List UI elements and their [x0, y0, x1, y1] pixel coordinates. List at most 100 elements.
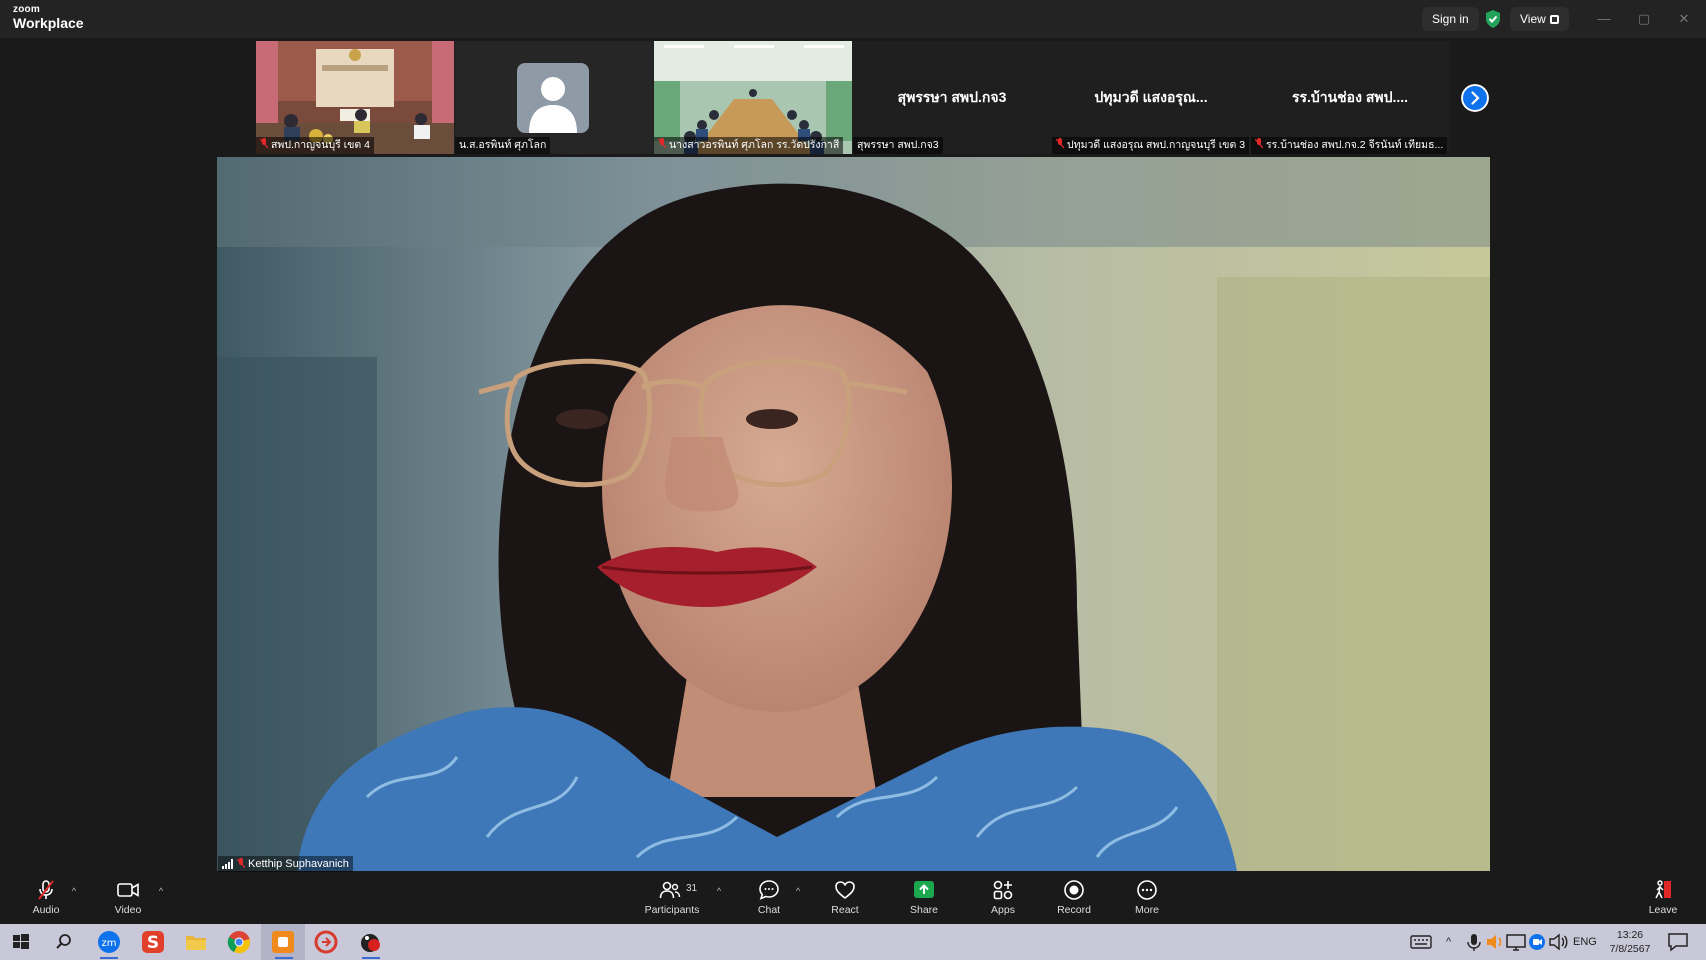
leave-label: Leave	[1648, 904, 1678, 916]
more-options-icon	[1137, 880, 1157, 900]
record-icon	[1064, 880, 1084, 900]
windows-start-icon[interactable]	[8, 929, 34, 955]
participant-tile[interactable]: สพป.กาญจนบุรี เขต 4	[256, 41, 454, 154]
share-label: Share	[909, 904, 939, 916]
signal-strength-icon[interactable]	[222, 859, 234, 869]
sign-in-button[interactable]: Sign in	[1422, 7, 1479, 31]
wps-office-icon[interactable]: S	[140, 929, 166, 955]
muted-mic-icon	[1056, 138, 1064, 149]
participant-name: น.ส.อรพินท์ ศุภโลก	[459, 139, 547, 151]
svg-text:zm: zm	[102, 938, 117, 949]
zoom-workplace-logo: zoom Workplace	[13, 4, 84, 31]
apps-button[interactable]: Apps	[971, 878, 1035, 922]
next-page-chevron-icon[interactable]	[1461, 84, 1489, 112]
share-button[interactable]: Share	[892, 878, 956, 922]
participant-name-label: ปทุมวดี แสงอรุณ สพป.กาญจนบุรี เขต 3	[1052, 137, 1250, 154]
participants-count: 31	[686, 883, 698, 894]
react-button[interactable]: React	[813, 878, 877, 922]
react-label: React	[831, 904, 859, 916]
view-label: View	[1520, 12, 1546, 26]
participant-name: นางสาวอรพินท์ ศุภโลก รร.วัดปรังกาสี	[669, 139, 840, 151]
participants-icon	[659, 881, 681, 899]
search-icon[interactable]	[51, 929, 77, 955]
logo-zoom: zoom	[13, 4, 40, 15]
participant-name-label: รร.บ้านช่อง สพป.กจ.2 จีรนันท์ เทียมธ...	[1251, 137, 1448, 154]
active-speaker-video[interactable]	[217, 157, 1490, 871]
orange-app-icon[interactable]	[270, 929, 296, 955]
participants-options-chevron-icon[interactable]: ^	[714, 886, 724, 896]
audio-button[interactable]: Audio	[14, 878, 78, 922]
heart-icon	[835, 881, 855, 900]
default-avatar-icon	[517, 63, 589, 133]
muted-mic-icon	[237, 858, 245, 869]
chrome-icon[interactable]	[226, 929, 252, 955]
ladybug-running-indicator	[362, 957, 380, 959]
participants-label: Participants	[644, 904, 700, 916]
audio-options-chevron-icon[interactable]: ^	[69, 886, 79, 896]
active-speaker-name: Ketthip Suphavanich	[248, 858, 349, 870]
zoom-app-icon[interactable]: zm	[96, 929, 122, 955]
participant-name-label: น.ส.อรพินท์ ศุภโลก	[455, 137, 551, 154]
participant-name: ปทุมวดี แสงอรุณ สพป.กาญจนบุรี เขต 3	[1067, 139, 1246, 151]
apps-icon	[993, 880, 1013, 900]
participant-thumbnail-strip: สพป.กาญจนบุรี เขต 4 น.ส.อรพินท์ ศุภโลก น…	[256, 41, 1450, 154]
tray-overflow-chevron-icon[interactable]: ^	[1446, 924, 1451, 960]
grid-icon	[1549, 15, 1559, 24]
participant-name-label: สพป.กาญจนบุรี เขต 4	[256, 137, 375, 154]
security-shield-icon[interactable]	[1484, 9, 1502, 29]
share-screen-icon	[914, 881, 934, 898]
chat-options-chevron-icon[interactable]: ^	[793, 886, 803, 896]
active-speaker-name-label: Ketthip Suphavanich	[218, 856, 353, 872]
participant-tile[interactable]: น.ส.อรพินท์ ศุภโลก	[455, 41, 653, 154]
more-button[interactable]: More	[1115, 878, 1179, 922]
participant-tile[interactable]: สุพรรษา สพป.กจ3 สุพรรษา สพป.กจ3	[853, 41, 1051, 154]
chat-label: Chat	[757, 904, 781, 916]
logo-workplace: Workplace	[13, 15, 84, 31]
red-circle-app-icon[interactable]	[313, 929, 339, 955]
participant-tile[interactable]: รร.บ้านช่อง สพป.... รร.บ้านช่อง สพป.กจ.2…	[1251, 41, 1449, 154]
record-button[interactable]: Record	[1042, 878, 1106, 922]
title-bar: zoom Workplace Sign in View — ▢ ✕	[0, 0, 1706, 38]
volume-icon[interactable]	[1545, 929, 1571, 955]
minimize-button[interactable]: —	[1595, 10, 1613, 28]
windows-taskbar: zm S ^ ENG 13:26 7/8/2567	[0, 924, 1706, 960]
orange-app-running-indicator	[275, 957, 293, 959]
muted-mic-icon	[1255, 138, 1263, 149]
input-language-indicator[interactable]: ENG	[1573, 924, 1597, 960]
chat-button[interactable]: Chat	[737, 878, 801, 922]
video-camera-icon	[117, 883, 139, 897]
speaker-video-image	[217, 157, 1490, 871]
ladybug-app-icon[interactable]	[357, 929, 383, 955]
meeting-controls-toolbar: Audio ^ Video ^ Participants 31 ^ Chat ^…	[0, 872, 1706, 924]
participant-name: สพป.กาญจนบุรี เขต 4	[271, 139, 371, 151]
system-clock[interactable]: 13:26 7/8/2567	[1602, 928, 1658, 956]
file-explorer-icon[interactable]	[183, 929, 209, 955]
keyboard-icon[interactable]	[1408, 929, 1434, 955]
video-button[interactable]: Video	[96, 878, 160, 922]
participant-name: สุพรรษา สพป.กจ3	[857, 139, 939, 151]
muted-microphone-icon	[38, 880, 54, 900]
leave-door-icon	[1655, 880, 1671, 899]
participant-tile[interactable]: นางสาวอรพินท์ ศุภโลก รร.วัดปรังกาสี	[654, 41, 852, 154]
chat-bubble-icon	[759, 880, 779, 900]
close-button[interactable]: ✕	[1675, 10, 1693, 28]
participant-display-name: สุพรรษา สพป.กจ3	[897, 89, 1007, 105]
record-label: Record	[1057, 904, 1091, 916]
participant-display-name: รร.บ้านช่อง สพป....	[1291, 89, 1409, 105]
muted-mic-icon	[260, 138, 268, 149]
muted-mic-icon	[658, 138, 666, 149]
leave-button[interactable]: Leave	[1631, 878, 1695, 922]
apps-label: Apps	[991, 904, 1015, 916]
view-button[interactable]: View	[1510, 7, 1569, 31]
maximize-button[interactable]: ▢	[1635, 10, 1653, 28]
participant-name: รร.บ้านช่อง สพป.กจ.2 จีรนันท์ เทียมธ...	[1266, 139, 1444, 151]
notification-center-icon[interactable]	[1665, 929, 1691, 955]
video-options-chevron-icon[interactable]: ^	[156, 886, 166, 896]
more-label: More	[1135, 904, 1159, 916]
participant-tile[interactable]: ปทุมวดี แสงอรุณ... ปทุมวดี แสงอรุณ สพป.ก…	[1052, 41, 1250, 154]
participant-name-label: สุพรรษา สพป.กจ3	[853, 137, 943, 154]
participant-name-label: นางสาวอรพินท์ ศุภโลก รร.วัดปรังกาสี	[654, 137, 844, 154]
clock-date: 7/8/2567	[1609, 943, 1651, 955]
participant-display-name: ปทุมวดี แสงอรุณ...	[1094, 89, 1208, 105]
audio-label: Audio	[32, 904, 60, 916]
